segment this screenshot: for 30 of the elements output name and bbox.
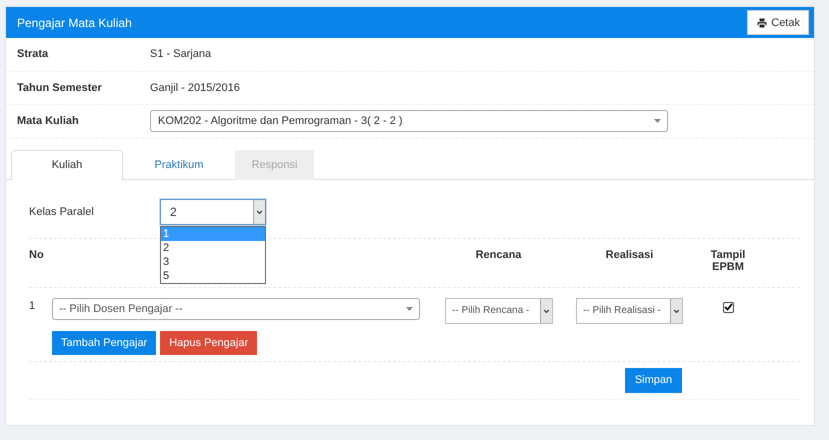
add-button[interactable]: Tambah Pengajar [52,330,156,354]
delete-button[interactable]: Hapus Pengajar [160,330,258,354]
realization-select[interactable]: -- Pilih Realisasi - [576,298,683,324]
tab[interactable]: Kuliah [11,150,123,180]
checkbox[interactable] [722,302,734,312]
column-header: Rencana [474,248,522,260]
chevron-icon [670,298,682,322]
printer-icon [756,16,768,28]
chevron-icon [253,200,265,224]
column-header: Tampil EPBM [710,248,746,272]
save-button[interactable]: Simpan [625,368,682,392]
caret-icon [406,306,413,310]
field-label: Strata [17,48,50,60]
field-label: Tahun Semester [17,82,103,94]
panel-title: Pengajar Mata Kuliah [17,16,132,30]
lecturer-select[interactable]: -- Pilih Dosen Pengajar -- [52,298,420,320]
field-value: Ganjil - 2015/2016 [150,82,241,94]
row-number: 1 [29,298,36,312]
field-label: Mata Kuliah [17,115,80,128]
chevron-icon [540,298,552,322]
caret-icon [654,119,661,124]
field-label: Kelas Paralel [29,206,95,218]
class-select[interactable]: 2 [160,199,266,225]
field-value: S1 - Sarjana [150,48,212,60]
column-header: No [29,248,45,260]
print-button[interactable]: Cetak [747,10,809,35]
column-header: Realisasi [604,248,654,260]
plan-select[interactable]: -- Pilih Rencana - [445,298,553,324]
tab[interactable]: Praktikum [123,150,235,180]
course-select[interactable]: KOM202 - Algoritme dan Pemrograman - 3( 2 - 2 ) [150,110,668,132]
